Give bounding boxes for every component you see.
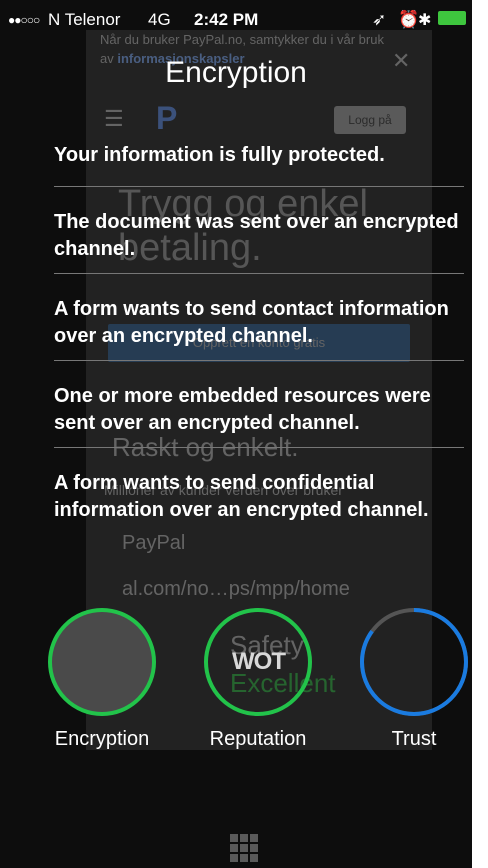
carrier-name: N Telenor: [48, 10, 121, 29]
list-item: One or more embedded resources were sent…: [54, 360, 464, 447]
alarm-icon: ⏰: [398, 10, 420, 29]
bg-paypal-logo-icon: P: [156, 100, 178, 136]
trust-gauge[interactable]: [358, 606, 470, 718]
battery-icon: [438, 11, 466, 25]
screen-edge: [472, 0, 488, 868]
trust-gauge-label: Trust: [391, 728, 437, 750]
status-bar: ●●○○○ N Telenor 4G 2:42 PM ➶ ⏰ ✱: [0, 0, 472, 36]
encryption-gauge-label: Encryption: [54, 728, 150, 750]
list-item: A form wants to send contact information…: [54, 273, 464, 360]
bluetooth-icon: ✱: [418, 12, 432, 29]
grid-icon[interactable]: [230, 834, 258, 862]
network-type: 4G: [148, 10, 171, 29]
location-arrow-icon: ➶: [372, 10, 387, 29]
encryption-details-list: The document was sent over an encrypted …: [54, 186, 464, 534]
list-item: The document was sent over an encrypted …: [54, 186, 464, 273]
signal-strength: ●●○○○: [8, 13, 40, 27]
page-title: Encryption: [165, 56, 307, 89]
encryption-gauge-disc: [48, 608, 156, 716]
protection-summary: Your information is fully protected.: [54, 144, 385, 166]
bg-login-button: Logg på: [334, 106, 406, 134]
clock: 2:42 PM: [194, 10, 259, 29]
reputation-gauge-label: Reputation: [209, 728, 307, 750]
rating-gauges: Encryption Reputation Trust: [0, 606, 472, 776]
bg-menu-icon: ☰: [104, 106, 124, 131]
list-item: A form wants to send confidential inform…: [54, 447, 464, 534]
encryption-panel: Når du bruker PayPal.no, samtykker du i …: [0, 0, 472, 868]
encryption-gauge[interactable]: [46, 606, 158, 718]
wot-logo: WOT: [232, 648, 286, 675]
